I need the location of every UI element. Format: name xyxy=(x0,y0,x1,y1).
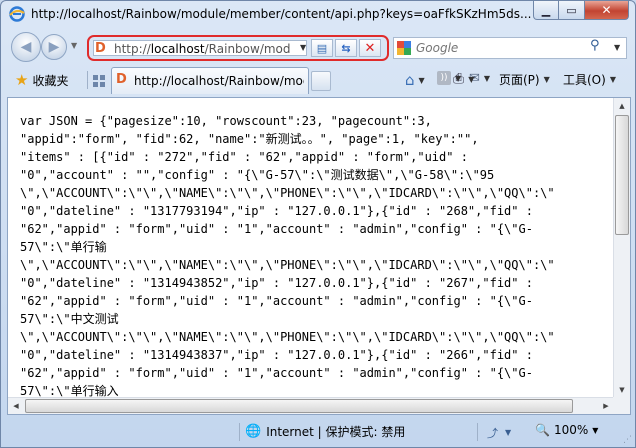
page-content-area: var JSON = {"pagesize":10, "rowscount":2… xyxy=(7,97,631,415)
divider xyxy=(239,423,240,441)
vertical-scroll-thumb[interactable] xyxy=(615,115,629,235)
minimize-icon: ▁ xyxy=(541,3,551,17)
scroll-left-icon[interactable]: ◀ xyxy=(8,398,24,414)
home-dropdown-icon[interactable]: ▼ xyxy=(419,76,425,85)
content-line: \",\"ACCOUNT\":\"\",\"NAME\":\"\",\"PHON… xyxy=(20,330,555,344)
tab-bar: ★ 收藏夹 D http://localhost/Rainbow/mod... … xyxy=(1,65,635,95)
ie-logo-icon xyxy=(9,6,25,22)
globe-icon: 🌐 xyxy=(245,424,262,439)
stop-button[interactable]: ✕ xyxy=(359,39,381,57)
content-line: 57\":\"单行输 xyxy=(20,240,107,254)
status-bar: 🌐 Internet | 保护模式: 禁用 ⤴ ▼ 🔍 100% ▼ ⋰ xyxy=(1,417,635,447)
navigation-bar: ◀ ▶ ▼ D http://localhost/Rainbow/mod ▼ ▤… xyxy=(1,29,635,65)
content-line: "62","appid" : "form","uid" : "1","accou… xyxy=(20,222,533,236)
title-bar: http://localhost/Rainbow/module/member/c… xyxy=(1,1,635,29)
scroll-right-icon[interactable]: ▶ xyxy=(598,398,614,414)
rss-feed-icon: )) xyxy=(437,71,451,85)
security-zone[interactable]: 🌐 Internet | 保护模式: 禁用 xyxy=(245,423,405,440)
url-path: /Rainbow/mod xyxy=(204,42,291,56)
compatibility-view-icon: ▤ xyxy=(316,41,328,55)
forward-button[interactable]: ▶ xyxy=(41,34,67,60)
search-box: ⚲ ▼ xyxy=(393,37,627,59)
home-icon: ⌂ xyxy=(405,71,415,89)
browser-window: http://localhost/Rainbow/module/member/c… xyxy=(0,0,636,448)
minimize-button[interactable]: ▁ xyxy=(533,1,559,20)
page-menu-dropdown-icon: ▼ xyxy=(543,75,550,84)
url-prefix: http:// xyxy=(114,42,151,56)
scroll-down-icon[interactable]: ▼ xyxy=(614,382,630,398)
compatibility-view-button[interactable]: ▤ xyxy=(311,39,333,57)
zoom-control[interactable]: 🔍 100% ▼ xyxy=(535,423,598,437)
address-url: http://localhost/Rainbow/mod xyxy=(114,42,294,56)
maximize-button[interactable]: ▭ xyxy=(559,1,585,20)
page-favicon-icon: D xyxy=(95,41,106,56)
content-line: "62","appid" : "form","uid" : "1","accou… xyxy=(20,366,533,380)
horizontal-scroll-thumb[interactable] xyxy=(25,399,573,413)
back-button[interactable]: ◀ xyxy=(11,32,41,62)
address-bar-highlight: D http://localhost/Rainbow/mod ▼ ▤ ⇆ ✕ xyxy=(87,35,389,61)
tab-title: http://localhost/Rainbow/mod... xyxy=(134,74,304,88)
mail-dropdown-icon[interactable]: ▼ xyxy=(484,74,490,83)
page-menu-label: 页面(P) xyxy=(499,73,540,87)
json-text-content: var JSON = {"pagesize":10, "rowscount":2… xyxy=(20,112,610,414)
content-line: \",\"ACCOUNT\":\"\",\"NAME\":\"\",\"PHON… xyxy=(20,258,555,272)
star-icon: ★ xyxy=(15,71,29,89)
print-dropdown-icon[interactable]: ▼ xyxy=(468,75,474,84)
content-line: "0","dateline" : "1314943852","ip" : "12… xyxy=(20,276,533,290)
favorites-button[interactable]: ★ 收藏夹 xyxy=(15,71,68,89)
page-menu[interactable]: 页面(P) ▼ xyxy=(499,71,550,88)
content-line: "0","dateline" : "1314943837","ip" : "12… xyxy=(20,348,533,362)
google-logo-icon xyxy=(397,41,411,55)
refresh-icon: ⇆ xyxy=(341,41,351,55)
stop-icon: ✕ xyxy=(364,40,376,56)
tools-menu-label: 工具(O) xyxy=(563,73,606,87)
scroll-up-icon[interactable]: ▲ xyxy=(614,98,630,114)
window-title: http://localhost/Rainbow/module/member/c… xyxy=(31,7,532,21)
tab-favicon-icon: D xyxy=(116,72,127,87)
pin-icon[interactable]: ⤴ xyxy=(487,425,498,441)
content-line: var JSON = {"pagesize":10, "rowscount":2… xyxy=(20,114,432,128)
content-line: "0","account" : "","config" : "{\"G-57\"… xyxy=(20,168,495,182)
zoom-icon: 🔍 xyxy=(535,423,550,437)
address-input[interactable]: D http://localhost/Rainbow/mod ▼ xyxy=(93,40,307,56)
recent-pages-dropdown-icon[interactable]: ▼ xyxy=(71,41,77,50)
content-line: 57\":\"中文测试 xyxy=(20,312,119,326)
content-line: "appid":"form", "fid":62, "name":"新测试。。"… xyxy=(20,132,479,146)
horizontal-scrollbar[interactable]: ◀ ▶ xyxy=(8,397,614,414)
content-line: "0","dateline" : "1317793194","ip" : "12… xyxy=(20,204,533,218)
zoom-level: 100% xyxy=(553,423,589,437)
tools-menu-dropdown-icon: ▼ xyxy=(609,75,616,84)
divider xyxy=(477,423,478,441)
content-line: "items" : [{"id" : "272","fid" : "62","a… xyxy=(20,150,468,164)
refresh-button[interactable]: ⇆ xyxy=(335,39,357,57)
print-icon: ⎙ xyxy=(453,71,465,87)
address-dropdown-icon[interactable]: ▼ xyxy=(300,43,306,52)
quick-tabs-icon[interactable] xyxy=(93,75,105,87)
tab-active[interactable]: D http://localhost/Rainbow/mod... xyxy=(111,67,309,94)
window-controls: ▁ ▭ ✕ xyxy=(533,1,629,21)
home-button[interactable]: ⌂ ▼ xyxy=(405,71,425,89)
favorites-label: 收藏夹 xyxy=(32,73,69,88)
url-host: localhost xyxy=(150,42,205,56)
divider xyxy=(87,71,88,89)
content-line: \",\"ACCOUNT\":\"\",\"NAME\":\"\",\"PHON… xyxy=(20,186,555,200)
pin-dropdown-icon[interactable]: ▼ xyxy=(505,428,511,437)
search-options-dropdown-icon[interactable]: ▼ xyxy=(614,43,620,52)
new-tab-button[interactable] xyxy=(311,71,331,91)
vertical-scrollbar[interactable]: ▲ ▼ xyxy=(613,98,630,398)
resize-grip-icon[interactable]: ⋰ xyxy=(623,435,633,445)
print-button-group[interactable]: ⎙ ▼ xyxy=(453,71,474,87)
security-zone-label: Internet | 保护模式: 禁用 xyxy=(266,425,406,439)
maximize-icon: ▭ xyxy=(566,3,577,17)
close-window-button[interactable]: ✕ xyxy=(585,1,629,20)
content-line: "62","appid" : "form","uid" : "1","accou… xyxy=(20,294,533,308)
zoom-dropdown-icon[interactable]: ▼ xyxy=(592,426,598,435)
tools-menu[interactable]: 工具(O) ▼ xyxy=(563,71,616,88)
close-icon: ✕ xyxy=(601,3,612,17)
back-arrow-icon: ◀ xyxy=(20,39,32,55)
forward-arrow-icon: ▶ xyxy=(48,39,60,55)
search-input[interactable] xyxy=(416,40,586,56)
scroll-corner xyxy=(613,397,630,414)
search-icon[interactable]: ⚲ xyxy=(590,38,600,53)
